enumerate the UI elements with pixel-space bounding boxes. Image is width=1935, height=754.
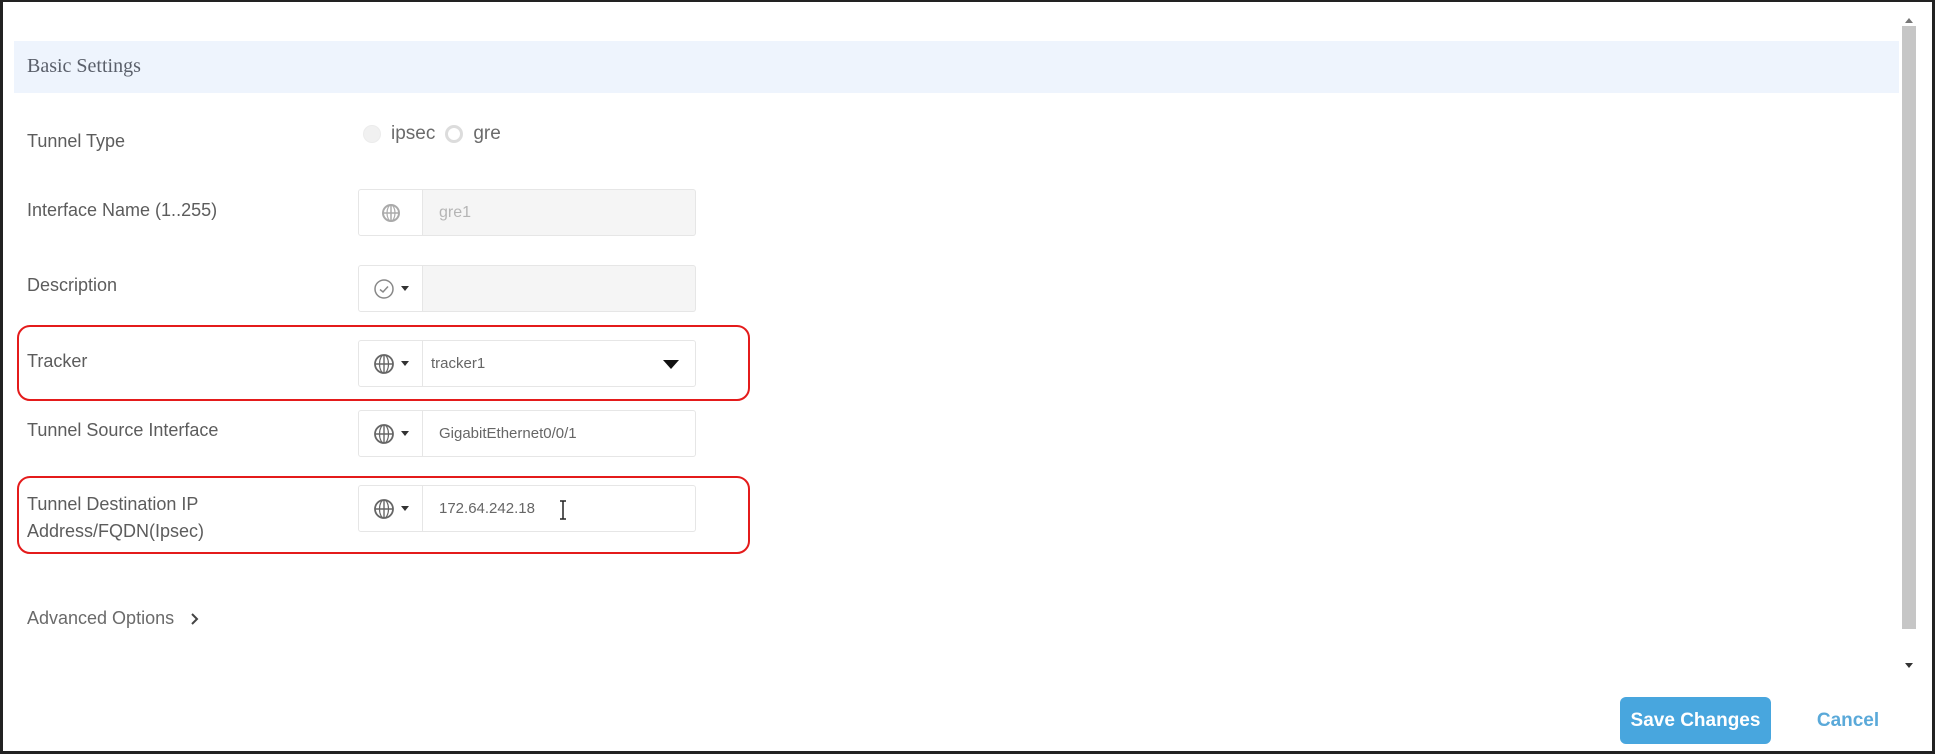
vertical-scrollbar[interactable]: [1901, 14, 1918, 674]
tracker-scope-dropdown[interactable]: [358, 340, 423, 387]
advanced-options-label: Advanced Options: [27, 608, 175, 628]
tunnel-type-radio-group: ipsec gre: [363, 120, 511, 148]
radio-ipsec[interactable]: [363, 125, 381, 143]
section-title: Basic Settings: [27, 55, 141, 77]
chevron-down-icon: [400, 286, 409, 291]
globe-icon: [381, 203, 400, 222]
cancel-button[interactable]: Cancel: [1803, 697, 1893, 744]
dropdown-caret-icon: [663, 360, 679, 369]
tunnel-source-input[interactable]: GigabitEthernet0/0/1: [423, 410, 696, 457]
save-changes-button[interactable]: Save Changes: [1620, 697, 1771, 744]
dialog-frame: Basic Settings Tunnel Type ipsec gre Int…: [0, 0, 1935, 754]
chevron-down-icon: [400, 361, 409, 366]
tunnel-destination-value: 172.64.242.18: [439, 500, 535, 517]
description-scope-dropdown[interactable]: [358, 265, 423, 312]
tunnel-destination-input[interactable]: 172.64.242.18: [423, 485, 696, 532]
tracker-field: tracker1: [358, 340, 696, 387]
globe-icon: [373, 498, 394, 519]
scroll-up-arrow-icon[interactable]: [1905, 18, 1913, 23]
radio-gre-label: gre: [473, 123, 501, 144]
check-circle-icon: [373, 278, 394, 299]
interface-name-input[interactable]: gre1: [423, 189, 696, 236]
tunnel-source-scope-dropdown[interactable]: [358, 410, 423, 457]
chevron-down-icon: [400, 431, 409, 436]
description-field: [358, 265, 696, 312]
section-header: Basic Settings: [14, 41, 1899, 93]
advanced-options-toggle[interactable]: Advanced Options: [27, 608, 200, 629]
description-input[interactable]: [423, 265, 696, 312]
scrollbar-thumb[interactable]: [1902, 26, 1916, 629]
radio-gre[interactable]: [445, 125, 464, 143]
description-label: Description: [27, 275, 118, 295]
tunnel-source-label: Tunnel Source Interface: [27, 420, 219, 440]
scroll-down-arrow-icon[interactable]: [1905, 663, 1913, 668]
tracker-select[interactable]: tracker1: [423, 340, 696, 387]
tracker-label: Tracker: [27, 351, 88, 371]
tunnel-destination-label-line1: Tunnel Destination IP: [27, 494, 199, 514]
chevron-right-icon: [191, 612, 199, 625]
tunnel-destination-label-line2: Address/FQDN(Ipsec): [27, 521, 205, 541]
interface-name-field: gre1: [358, 189, 696, 236]
interface-name-scope: [358, 189, 423, 236]
radio-ipsec-label: ipsec: [391, 123, 436, 144]
tunnel-type-label: Tunnel Type: [27, 131, 126, 151]
tracker-select-value: tracker1: [431, 355, 486, 372]
tunnel-destination-scope-dropdown[interactable]: [358, 485, 423, 532]
globe-icon: [373, 353, 394, 374]
text-cursor-icon: [560, 500, 566, 520]
tunnel-destination-field: 172.64.242.18: [358, 485, 696, 532]
tunnel-source-field: GigabitEthernet0/0/1: [358, 410, 696, 457]
interface-name-label: Interface Name (1..255): [27, 200, 218, 220]
chevron-down-icon: [400, 506, 409, 511]
globe-icon: [373, 423, 394, 444]
